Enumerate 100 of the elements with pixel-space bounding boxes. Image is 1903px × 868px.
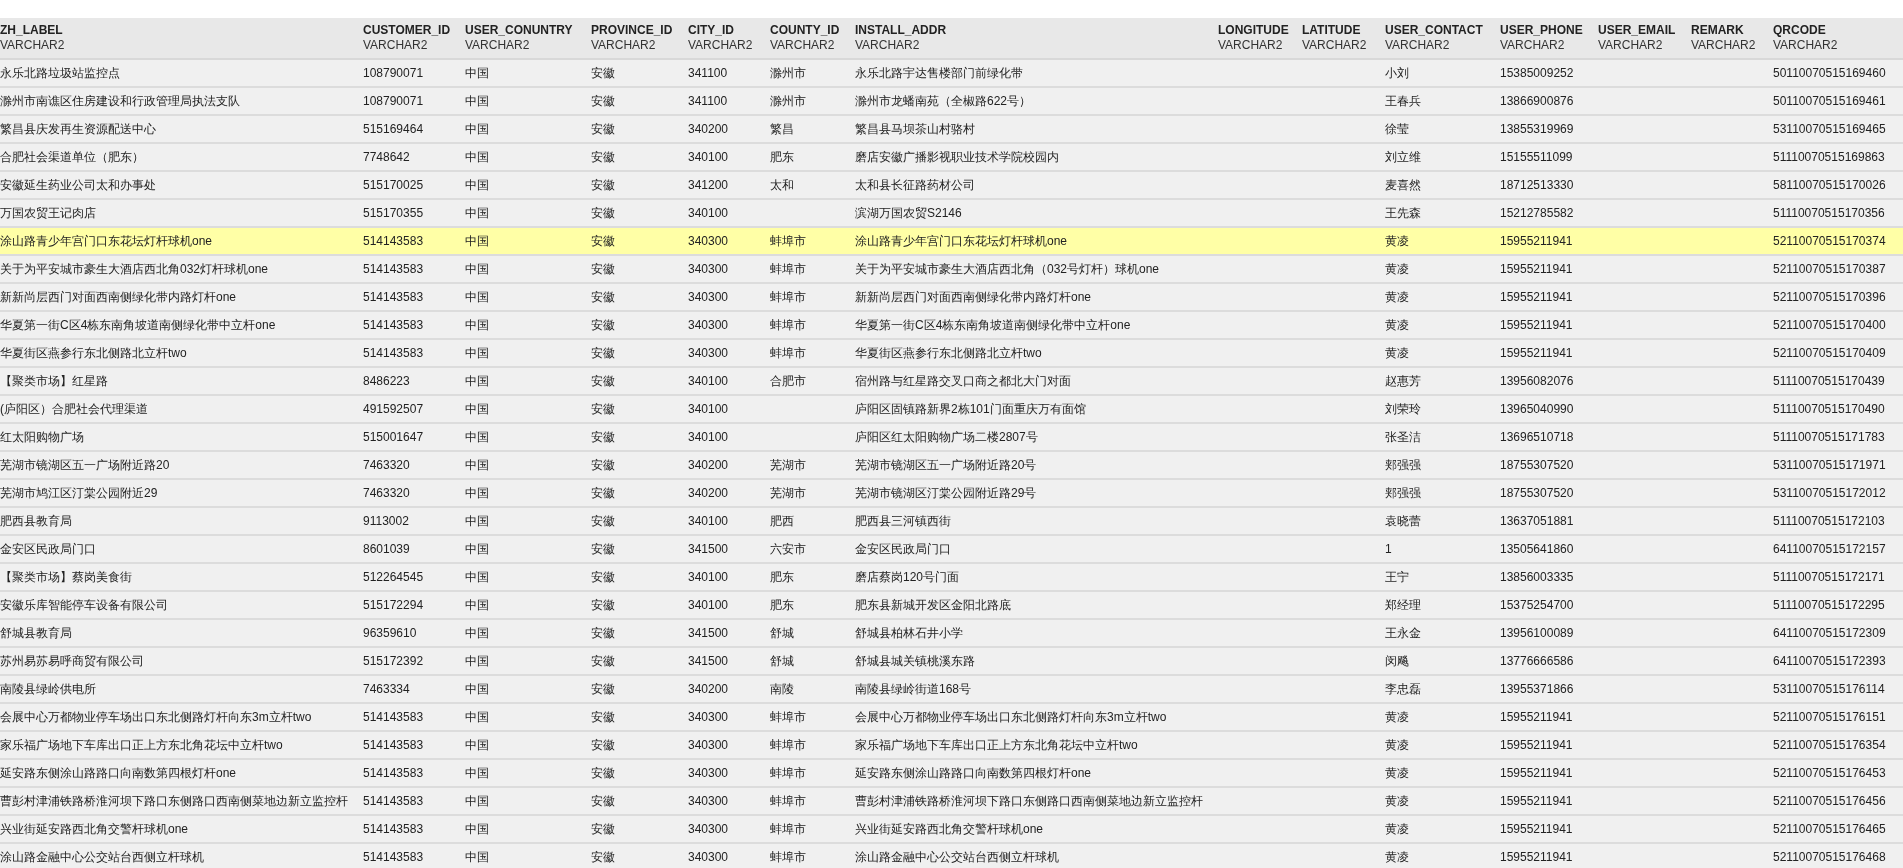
table-cell: 中国: [465, 177, 489, 192]
table-cell: 华夏第一街C区4栋东南角坡道南侧绿化带中立杆one: [0, 317, 276, 332]
table-row[interactable]: 关于为平安城市豪生大酒店西北角032灯杆球机one 514143583 中国 安徽 340300 蚌埠市 关于为平安城市豪生大酒店西北角（032号灯杆）球机one 黄凌 15955211941 52110070515170387: [0, 256, 1903, 284]
table-cell: 15955211941: [1500, 850, 1573, 864]
column-name[interactable]: CITY_ID: [688, 23, 734, 38]
table-cell: 南陵县绿岭街道168号: [855, 681, 972, 696]
table-cell: 中国: [465, 373, 489, 388]
column-name[interactable]: REMARK: [1691, 23, 1744, 38]
column-name[interactable]: CUSTOMER_ID: [363, 23, 451, 38]
table-row[interactable]: 滁州市南谯区住房建设和行政管理局执法支队 108790071 中国 安徽 341100 滁州市 滁州市龙蟠南苑（全椒路622号） 王春兵 13866900876 50110070515169461: [0, 88, 1903, 116]
table-cell: 苏州易苏易呼商贸有限公司: [0, 653, 144, 668]
table-cell: 黄凌: [1385, 233, 1409, 248]
table-cell: 64110070515172393: [1773, 654, 1886, 668]
table-cell: 滨湖万国农贸S2146: [855, 205, 962, 220]
table-row[interactable]: 延安路东侧涂山路路口向南数第四根灯杆one 514143583 中国 安徽 340300 蚌埠市 延安路东侧涂山路路口向南数第四根灯杆one 黄凌 15955211941 52110070515176453: [0, 760, 1903, 788]
table-cell: 安徽: [591, 569, 615, 584]
table-row[interactable]: 苏州易苏易呼商贸有限公司 515172392 中国 安徽 341500 舒城 舒城县城关镇桃溪东路 闵飚 13776666586 64110070515172393: [0, 648, 1903, 676]
table-cell: 涂山路金融中心公交站台西侧立杆球机: [0, 849, 204, 864]
column-name[interactable]: PROVINCE_ID: [591, 23, 673, 38]
table-cell: 新新尚层西门对面西南侧绿化带内路灯杆one: [0, 289, 237, 304]
table-cell: 安徽: [591, 65, 615, 80]
table-row[interactable]: 【聚类市场】红星路 8486223 中国 安徽 340100 合肥市 宿州路与红星路交叉口商之都北大门对面 赵惠芳 13956082076 51110070515170439: [0, 368, 1903, 396]
table-row[interactable]: 繁昌县庆发再生资源配送中心 515169464 中国 安徽 340200 繁昌 繁昌县马坝茶山村骆村 徐莹 13855319969 53110070515169465: [0, 116, 1903, 144]
table-row[interactable]: 兴业街延安路西北角交警杆球机one 514143583 中国 安徽 340300 蚌埠市 兴业街延安路西北角交警杆球机one 黄凌 15955211941 52110070515176465: [0, 816, 1903, 844]
table-cell: 15955211941: [1500, 822, 1573, 836]
table-row[interactable]: 会展中心万都物业停车场出口东北侧路灯杆向东3m立杆two 514143583 中国 安徽 340300 蚌埠市 会展中心万都物业停车场出口东北侧路灯杆向东3m立杆two 黄凌 15955211941 52110070515176151: [0, 704, 1903, 732]
table-cell: 小刘: [1385, 65, 1409, 80]
table-cell: 安徽: [591, 121, 615, 136]
table-row[interactable]: 合肥社会渠道单位（肥东） 7748642 中国 安徽 340100 肥东 磨店安徽广播影视职业技术学院校园内 刘立维 15155511099 51110070515169863: [0, 144, 1903, 172]
column-type: VARCHAR2: [770, 38, 835, 53]
table-row[interactable]: 安徽延生药业公司太和办事处 515170025 中国 安徽 341200 太和 太和县长征路药材公司 麦喜然 18712513330 58110070515170026: [0, 172, 1903, 200]
table-cell: 安徽: [591, 177, 615, 192]
table-cell: 108790071: [363, 94, 424, 108]
table-cell: 53110070515172012: [1773, 486, 1886, 500]
table-row[interactable]: 家乐福广场地下车库出口正上方东北角花坛中立杆two 514143583 中国 安徽 340300 蚌埠市 家乐福广场地下车库出口正上方东北角花坛中立杆two 黄凌 15955211941 52110070515176354: [0, 732, 1903, 760]
table-row[interactable]: 华夏街区燕参行东北侧路北立杆two 514143583 中国 安徽 340300 蚌埠市 华夏街区燕参行东北侧路北立杆two 黄凌 15955211941 52110070515170409: [0, 340, 1903, 368]
column-name[interactable]: USER_PHONE: [1500, 23, 1583, 38]
table-cell: 合肥市: [770, 373, 806, 388]
table-row[interactable]: 永乐北路垃圾站监控点 108790071 中国 安徽 341100 滁州市 永乐北路宇达售楼部门前绿化带 小刘 15385009252 50110070515169460: [0, 60, 1903, 88]
table-cell: 安徽: [591, 205, 615, 220]
table-cell: 华夏街区燕参行东北侧路北立杆two: [0, 345, 187, 360]
table-row[interactable]: (庐阳区）合肥社会代理渠道 491592507 中国 安徽 340100 庐阳区固镇路新界2栋101门面重庆万有面馆 刘荣玲 13965040990 51110070515170490: [0, 396, 1903, 424]
table-row[interactable]: 安徽乐库智能停车设备有限公司 515172294 中国 安徽 340100 肥东 肥东县新城开发区金阳北路底 郑经理 15375254700 51110070515172295: [0, 592, 1903, 620]
table-cell: 340300: [688, 318, 729, 332]
table-cell: 中国: [465, 681, 489, 696]
table-cell: 蚌埠市: [770, 765, 806, 780]
table-cell: 安徽: [591, 457, 615, 472]
table-row[interactable]: 金安区民政局门口 8601039 中国 安徽 341500 六安市 金安区民政局门口 1 13505641860 64110070515172157: [0, 536, 1903, 564]
table-cell: 中国: [465, 261, 489, 276]
column-name[interactable]: COUNTY_ID: [770, 23, 840, 38]
table-cell: 中国: [465, 485, 489, 500]
table-cell: 永乐北路宇达售楼部门前绿化带: [855, 65, 1023, 80]
table-cell: 15955211941: [1500, 794, 1573, 808]
column-name[interactable]: LONGITUDE: [1218, 23, 1289, 38]
column-name[interactable]: LATITUDE: [1302, 23, 1361, 38]
table-cell: 庐阳区红太阳购物广场二楼2807号: [855, 429, 1038, 444]
table-cell: 51110070515170490: [1773, 402, 1885, 416]
table-row[interactable]: 涂山路青少年宫门口东花坛灯杆球机one 514143583 中国 安徽 340300 蚌埠市 涂山路青少年宫门口东花坛灯杆球机one 黄凌 15955211941 52110070515170374: [0, 228, 1903, 256]
table-cell: 安徽: [591, 261, 615, 276]
column-name[interactable]: USER_CONTACT: [1385, 23, 1483, 38]
column-name[interactable]: QRCODE: [1773, 23, 1826, 38]
table-cell: 刘立维: [1385, 149, 1421, 164]
table-row[interactable]: 新新尚层西门对面西南侧绿化带内路灯杆one 514143583 中国 安徽 340300 蚌埠市 新新尚层西门对面西南侧绿化带内路灯杆one 黄凌 15955211941 52110070515170396: [0, 284, 1903, 312]
column-name[interactable]: INSTALL_ADDR: [855, 23, 947, 38]
table-row[interactable]: 舒城县教育局 96359610 中国 安徽 341500 舒城 舒城县柏林石井小学 王永金 13956100089 64110070515172309: [0, 620, 1903, 648]
table-cell: 华夏街区燕参行东北侧路北立杆two: [855, 345, 1042, 360]
column-name[interactable]: ZH_LABEL: [0, 23, 63, 38]
table-cell: 中国: [465, 345, 489, 360]
table-cell: 53110070515171971: [1773, 458, 1886, 472]
table-cell: 340100: [688, 570, 729, 584]
table-cell: 514143583: [363, 766, 424, 780]
table-cell: 514143583: [363, 822, 424, 836]
table-cell: 中国: [465, 597, 489, 612]
table-cell: 延安路东侧涂山路路口向南数第四根灯杆one: [855, 765, 1092, 780]
table-row[interactable]: 【聚类市场】蔡岗美食街 512264545 中国 安徽 340100 肥东 磨店蔡岗120号门面 王宁 13856003335 51110070515172171: [0, 564, 1903, 592]
table-cell: 340300: [688, 290, 729, 304]
table-cell: 515170025: [363, 178, 424, 192]
table-row[interactable]: 芜湖市鸠江区汀棠公园附近29 7463320 中国 安徽 340200 芜湖市 芜湖市镜湖区汀棠公园附近路29号 郏强强 18755307520 53110070515172012: [0, 480, 1903, 508]
table-row[interactable]: 华夏第一街C区4栋东南角坡道南侧绿化带中立杆one 514143583 中国 安徽 340300 蚌埠市 华夏第一街C区4栋东南角坡道南侧绿化带中立杆one 黄凌 15955211941 52110070515170400: [0, 312, 1903, 340]
table-cell: 7748642: [363, 150, 410, 164]
table-row[interactable]: 曹彭村津浦铁路桥淮河坝下路口东侧路口西南侧菜地边新立监控杆 514143583 中国 安徽 340300 蚌埠市 曹彭村津浦铁路桥淮河坝下路口东侧路口西南侧菜地边新立监控杆 黄凌 15955211941 52110070515176456: [0, 788, 1903, 816]
table-row[interactable]: 红太阳购物广场 515001647 中国 安徽 340100 庐阳区红太阳购物广场二楼2807号 张圣洁 13696510718 51110070515171783: [0, 424, 1903, 452]
table-cell: 340100: [688, 514, 729, 528]
table-row[interactable]: 南陵县绿岭供电所 7463334 中国 安徽 340200 南陵 南陵县绿岭街道168号 李忠磊 13955371866 53110070515176114: [0, 676, 1903, 704]
column-type: VARCHAR2: [465, 38, 530, 53]
column-name[interactable]: USER_CONUNTRY: [465, 23, 573, 38]
table-cell: 会展中心万都物业停车场出口东北侧路灯杆向东3m立杆two: [855, 709, 1167, 724]
table-cell: 舒城县柏林石井小学: [855, 625, 963, 640]
table-cell: 13776666586: [1500, 654, 1574, 668]
table-row[interactable]: 肥西县教育局 9113002 中国 安徽 340100 肥西 肥西县三河镇西街 袁晓蕾 13637051881 51110070515172103: [0, 508, 1903, 536]
table-cell: 安徽: [591, 233, 615, 248]
table-cell: 黄凌: [1385, 709, 1409, 724]
table-cell: 340200: [688, 458, 729, 472]
table-cell: 安徽延生药业公司太和办事处: [0, 177, 156, 192]
table-row[interactable]: 万国农贸王记肉店 515170355 中国 安徽 340100 滨湖万国农贸S2146 王先森 15212785582 51110070515170356: [0, 200, 1903, 228]
table-row[interactable]: 芜湖市镜湖区五一广场附近路20 7463320 中国 安徽 340200 芜湖市 芜湖市镜湖区五一广场附近路20号 郏强强 18755307520 53110070515171971: [0, 452, 1903, 480]
table-cell: 中国: [465, 121, 489, 136]
column-name[interactable]: USER_EMAIL: [1598, 23, 1676, 38]
table-cell: 52110070515170396: [1773, 290, 1886, 304]
table-row[interactable]: 涂山路金融中心公交站台西侧立杆球机 514143583 中国 安徽 340300 蚌埠市 涂山路金融中心公交站台西侧立杆球机 黄凌 15955211941 52110070515176468: [0, 844, 1903, 868]
